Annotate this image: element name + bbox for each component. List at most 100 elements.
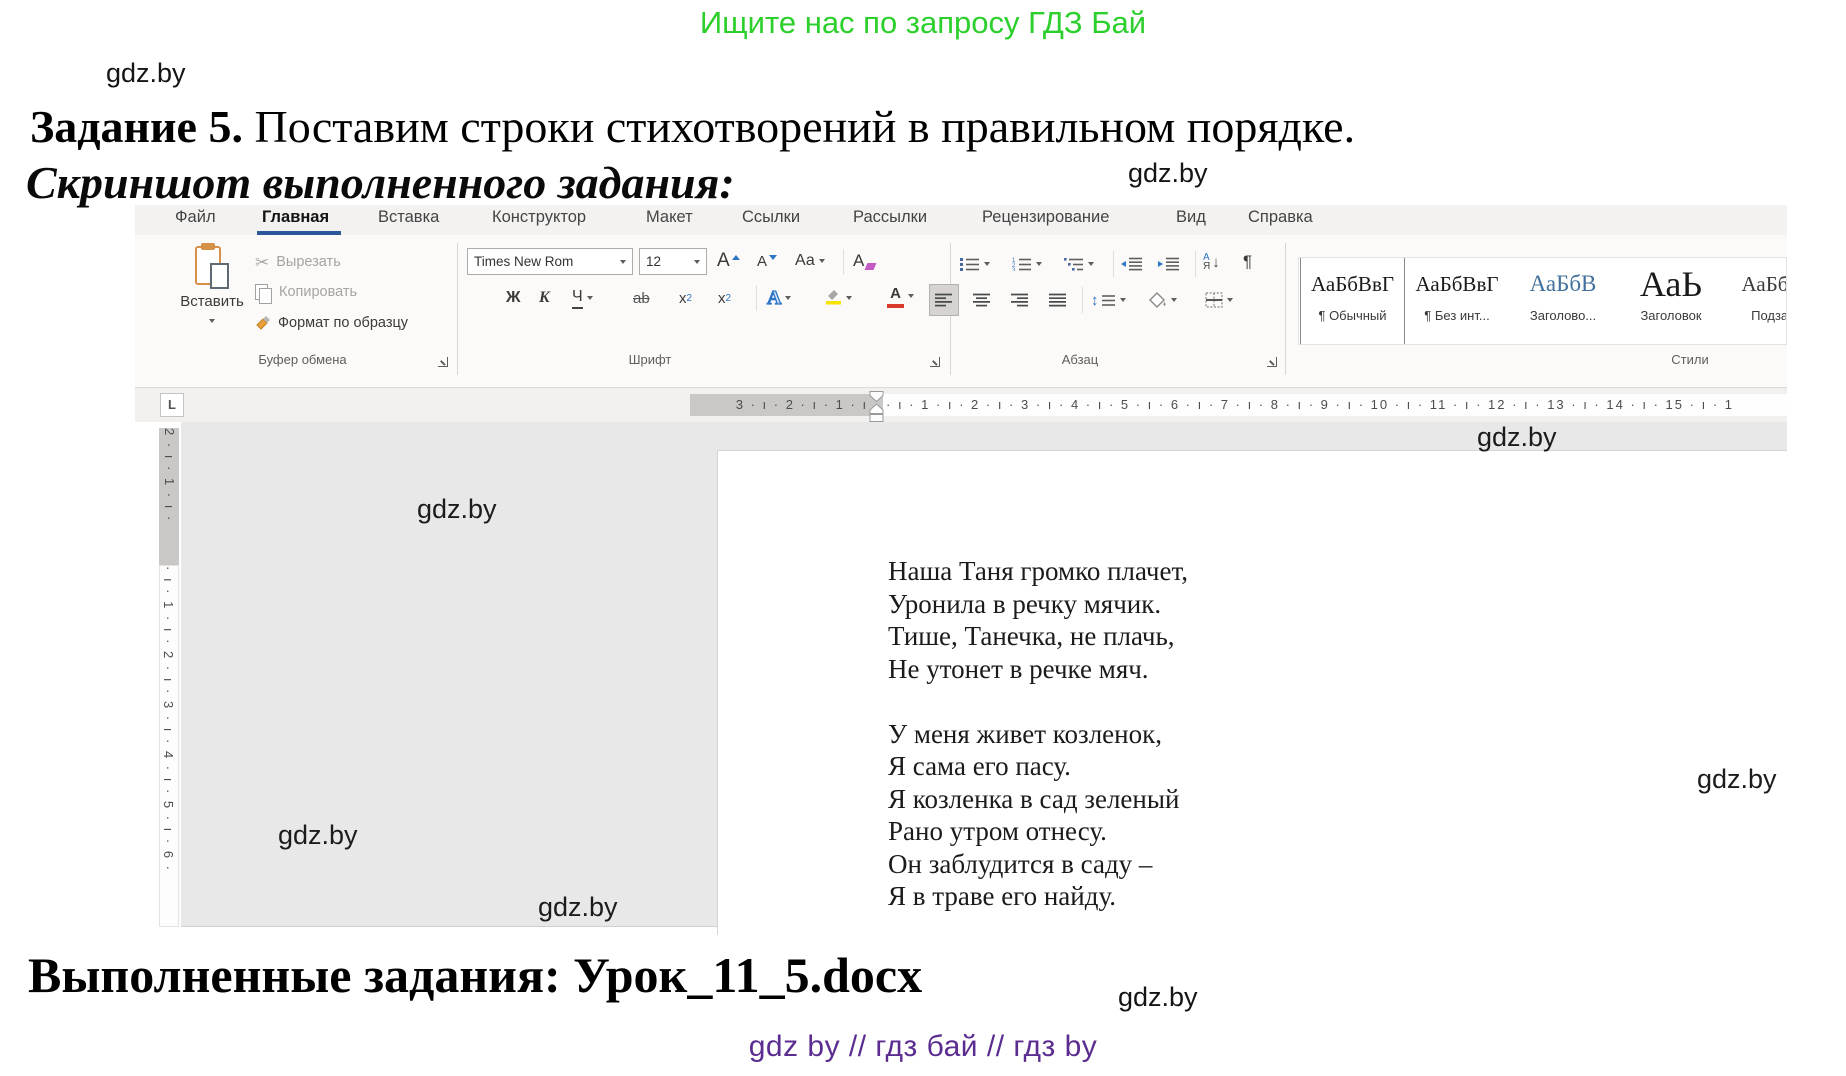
underline-button[interactable]: Ч — [572, 283, 593, 313]
paragraph-dialog-launcher-icon[interactable] — [1267, 356, 1278, 367]
grow-font-label: А — [717, 250, 730, 272]
divider — [1195, 251, 1196, 277]
numbered-list-icon: 123 — [1012, 257, 1032, 271]
line-spacing-button[interactable]: ↕ — [1091, 285, 1126, 315]
chevron-down-icon — [785, 296, 791, 300]
style-subtitle[interactable]: АаБбВ Подзаг — [1732, 258, 1787, 344]
tab-insert[interactable]: Вставка — [378, 208, 439, 227]
bullets-button[interactable] — [960, 249, 990, 279]
poem-line: Я козленка в сад зеленый — [888, 783, 1188, 816]
highlight-button[interactable] — [825, 283, 852, 313]
font-group-label: Шрифт — [475, 352, 825, 367]
format-painter-icon — [255, 315, 271, 331]
clear-formatting-button[interactable]: А — [853, 246, 875, 276]
multilevel-list-button[interactable] — [1064, 249, 1094, 279]
watermark: gdz.by — [417, 494, 497, 525]
clear-formatting-label: А — [853, 251, 864, 271]
watermark: gdz.by — [1477, 422, 1557, 453]
grow-font-button[interactable]: А — [717, 246, 740, 276]
divider — [1113, 251, 1114, 277]
tab-mailings[interactable]: Рассылки — [853, 208, 927, 227]
style-title[interactable]: АаЬ Заголовок — [1622, 258, 1720, 344]
style-label: Подзаг — [1732, 308, 1787, 323]
watermark-top-left: gdz.by — [106, 58, 186, 89]
justify-button[interactable] — [1044, 285, 1072, 315]
paragraph-group-label: Абзац — [955, 352, 1205, 367]
document-page[interactable]: Наша Таня громко плачет, Уронила в речку… — [717, 450, 1787, 935]
poem-line: Я в траве его найду. — [888, 880, 1188, 913]
tab-design[interactable]: Конструктор — [492, 208, 586, 227]
chevron-down-icon — [1120, 298, 1126, 302]
ribbon-tab-bar: Файл Главная Вставка Конструктор Макет С… — [135, 205, 1787, 235]
tab-review[interactable]: Рецензирование — [982, 208, 1109, 227]
poem-line: Наша Таня громко плачет, — [888, 555, 1188, 588]
copy-button[interactable]: Копировать — [255, 280, 357, 304]
chevron-down-icon — [1088, 262, 1094, 266]
change-case-label: Аа — [795, 252, 815, 270]
paste-dropdown-icon[interactable] — [209, 319, 215, 323]
change-case-button[interactable]: Аа — [795, 246, 825, 276]
tab-references[interactable]: Ссылки — [742, 208, 800, 227]
style-heading1[interactable]: АаБбВ Заголово... — [1514, 258, 1612, 344]
style-normal[interactable]: АаБбВвГ ¶ Обычный — [1301, 258, 1404, 344]
style-no-spacing[interactable]: АаБбВвГ ¶ Без инт... — [1408, 258, 1506, 344]
tab-help[interactable]: Справка — [1248, 208, 1313, 227]
tab-home[interactable]: Главная — [262, 208, 329, 227]
task-title: Задание 5. Поставим строки стихотворений… — [30, 100, 1355, 154]
shrink-font-label: А — [757, 253, 767, 270]
vertical-ruler-margin: 2 · ı · 1 · ı · — [159, 428, 179, 565]
tab-layout[interactable]: Макет — [646, 208, 693, 227]
poem-line: Рано утром отнесу. — [888, 815, 1188, 848]
strikethrough-button[interactable]: ab — [633, 283, 650, 313]
align-left-button[interactable] — [930, 285, 958, 315]
sort-arrow-icon: ↓ — [1212, 254, 1220, 271]
tab-file[interactable]: Файл — [175, 208, 216, 227]
sort-button[interactable]: АЯ ↓ — [1203, 247, 1220, 277]
format-painter-button[interactable]: Формат по образцу — [255, 311, 408, 335]
subscript-button[interactable]: x2 — [679, 283, 692, 313]
watermark-subtitle-right: gdz.by — [1128, 158, 1208, 189]
increase-indent-button[interactable] — [1158, 249, 1180, 279]
ruler-scale[interactable]: · ı · 1 · ı · 2 · ı · 3 · ı · 4 · ı · 5 … — [883, 394, 1787, 416]
superscript-button[interactable]: x2 — [718, 283, 731, 313]
ruler-margin-scale[interactable]: 3 · ı · 2 · ı · 1 · ı · — [690, 394, 883, 416]
vertical-ruler: · ı · 1 · ı · 2 · ı · 3 · ı · 4 · ı · 5 … — [159, 565, 179, 927]
chevron-down-icon — [908, 294, 914, 298]
paste-button[interactable]: Вставить — [175, 243, 249, 349]
clipboard-dialog-launcher-icon[interactable] — [438, 356, 449, 367]
chevron-down-icon — [694, 260, 700, 264]
italic-button[interactable]: K — [539, 283, 550, 313]
chevron-down-icon — [984, 262, 990, 266]
multilevel-list-icon — [1064, 257, 1084, 271]
lines-icon — [1102, 294, 1116, 307]
font-color-button[interactable]: А — [887, 281, 914, 311]
chevron-down-icon — [1171, 298, 1177, 302]
poem-line: Уронила в речку мячик. — [888, 588, 1188, 621]
font-size-select[interactable]: 12 — [639, 248, 707, 275]
show-marks-button[interactable]: ¶ — [1243, 247, 1252, 277]
tab-selector-button[interactable]: L — [160, 393, 184, 417]
font-name-select[interactable]: Times New Rom — [467, 248, 633, 275]
format-painter-label: Формат по образцу — [278, 315, 408, 331]
task-number: Задание 5. — [30, 101, 243, 152]
align-right-button[interactable] — [1006, 285, 1034, 315]
font-color-label: А — [890, 285, 901, 302]
decrease-indent-button[interactable] — [1121, 249, 1143, 279]
indent-marker[interactable] — [869, 391, 884, 422]
borders-button[interactable] — [1205, 285, 1233, 315]
style-preview: АаБбВ — [1732, 258, 1787, 308]
line-spacing-icon: ↕ — [1091, 292, 1099, 309]
bold-button[interactable]: Ж — [506, 283, 520, 313]
tab-view[interactable]: Вид — [1176, 208, 1206, 227]
clipboard-icon — [195, 243, 229, 289]
watermark-footer: gdz.by — [1118, 982, 1198, 1013]
font-dialog-launcher-icon[interactable] — [930, 356, 941, 367]
numbering-button[interactable]: 123 — [1012, 249, 1042, 279]
cut-button[interactable]: ✂ Вырезать — [255, 250, 341, 274]
text-effects-button[interactable]: A — [767, 283, 791, 313]
style-label: ¶ Без инт... — [1408, 308, 1506, 323]
shading-button[interactable] — [1148, 285, 1177, 315]
shrink-font-button[interactable]: А — [757, 246, 777, 276]
styles-group-label: Стили — [1575, 352, 1787, 367]
align-center-button[interactable] — [968, 285, 996, 315]
